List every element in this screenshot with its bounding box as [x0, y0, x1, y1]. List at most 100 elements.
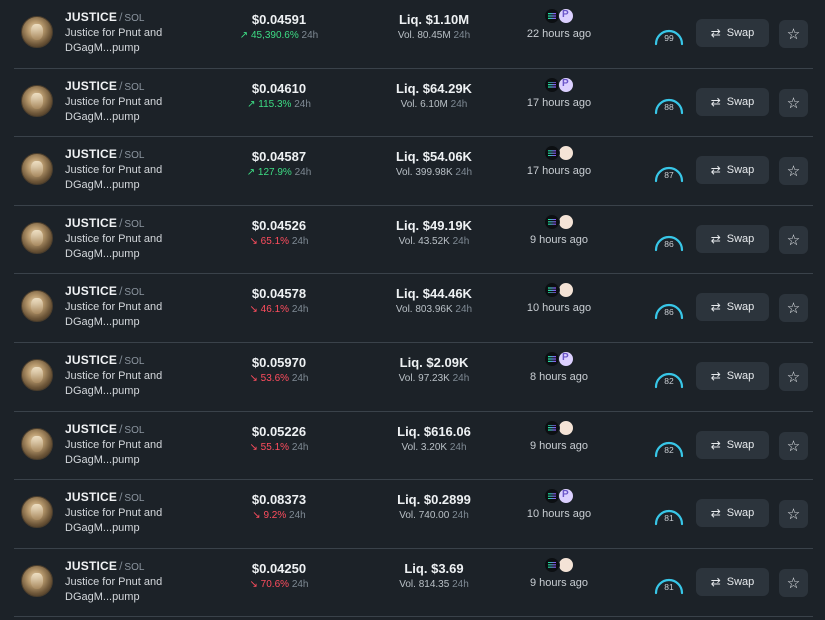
- liquidity-label: Liq.: [397, 423, 421, 439]
- volume-period: 24h: [455, 167, 473, 179]
- swap-button[interactable]: ⇄ Swap: [696, 87, 769, 116]
- favorite-button[interactable]: ☆: [779, 225, 808, 254]
- liquidity-label: Liq.: [399, 355, 423, 370]
- volume: Vol. 399.98K 24h: [369, 167, 499, 178]
- solana-icon: [544, 145, 560, 162]
- token-age: 9 hours ago: [529, 233, 589, 246]
- score-value: 88: [664, 101, 674, 112]
- token-price: $0.04587: [251, 149, 307, 165]
- score-value: 81: [664, 513, 674, 524]
- swap-button[interactable]: ⇄ Swap: [696, 224, 769, 253]
- token-symbol: JUSTICE: [65, 147, 118, 162]
- chain-badges: [509, 8, 609, 24]
- token-row[interactable]: JUSTICE / SOL Justice for Pnut and DGagM..…: [14, 343, 813, 412]
- favorite-button[interactable]: ☆: [779, 20, 808, 48]
- favorite-button[interactable]: ☆: [779, 157, 808, 186]
- swap-arrows-icon: ⇄: [710, 574, 721, 589]
- favorite-button[interactable]: ☆: [779, 88, 808, 117]
- token-name-line: JUSTICE / SOL: [65, 559, 144, 573]
- token-symbol: JUSTICE: [65, 558, 118, 573]
- arrow-down-icon: ↘: [249, 304, 258, 316]
- swap-button[interactable]: ⇄ Swap: [696, 499, 769, 528]
- volume-label: Vol.: [401, 441, 419, 453]
- volume-value: 803.96K: [415, 304, 453, 316]
- token-price: $0.08373: [251, 492, 307, 508]
- age-column: 17 hours ago: [509, 76, 609, 109]
- token-row[interactable]: JUSTICE / SOL Justice for Pnut and DGagM..…: [14, 137, 813, 206]
- swap-button[interactable]: ⇄ Swap: [696, 293, 769, 322]
- arrow-down-icon: ↘: [249, 373, 258, 384]
- slash-separator: /: [119, 215, 123, 230]
- liquidity: Liq. $49.19K: [369, 218, 499, 233]
- solana-icon: [544, 282, 560, 299]
- token-symbol: JUSTICE: [65, 78, 118, 93]
- token-avatar: [21, 84, 53, 117]
- volume-value: 6.10M: [420, 98, 448, 110]
- swap-button[interactable]: ⇄ Swap: [696, 430, 769, 459]
- token-age: 9 hours ago: [529, 576, 589, 589]
- volume: Vol. 3.20K 24h: [369, 442, 499, 453]
- swap-button[interactable]: ⇄ Swap: [696, 567, 769, 596]
- star-icon: ☆: [786, 437, 801, 455]
- star-icon: ☆: [786, 26, 801, 43]
- age-column: 9 hours ago: [509, 213, 609, 246]
- volume: Vol. 43.52K 24h: [369, 236, 499, 247]
- token-row[interactable]: JUSTICE / SOL Justice for Pnut and DGagM..…: [14, 274, 813, 343]
- token-row[interactable]: JUSTICE / SOL Justice for Pnut and DGagM..…: [14, 206, 813, 275]
- volume: Vol. 803.96K 24h: [369, 304, 499, 315]
- volume-label: Vol.: [399, 510, 416, 522]
- token-row[interactable]: JUSTICE / SOL Justice for Pnut and DGagM..…: [14, 412, 813, 481]
- age-column: 17 hours ago: [509, 145, 609, 177]
- token-row[interactable]: JUSTICE / SOL Justice for Pnut and DGagM..…: [14, 69, 813, 138]
- score-value: 82: [664, 444, 674, 455]
- liquidity: Liq. $0.2899: [369, 492, 499, 507]
- token-row[interactable]: JUSTICE / SOL Justice for Pnut and DGagM..…: [14, 480, 813, 549]
- token-name-line: JUSTICE / SOL: [65, 10, 144, 24]
- liquidity-column: Liq. $1.10M Vol. 80.45M 24h: [369, 12, 499, 41]
- volume-label: Vol.: [398, 235, 416, 247]
- token-price: $0.05226: [251, 423, 307, 439]
- swap-label: Swap: [726, 27, 755, 39]
- token-age: 17 hours ago: [526, 96, 592, 109]
- volume-label: Vol.: [400, 98, 418, 110]
- score-value: 87: [664, 170, 674, 181]
- age-column: 10 hours ago: [509, 488, 609, 520]
- favorite-button[interactable]: ☆: [779, 294, 808, 323]
- volume-label: Vol.: [395, 304, 413, 316]
- swap-button[interactable]: ⇄ Swap: [696, 19, 769, 47]
- token-description: Justice for Pnut and DGagM...pump: [65, 370, 163, 397]
- token-avatar: [21, 427, 53, 460]
- liquidity-column: Liq. $616.06 Vol. 3.20K 24h: [369, 424, 499, 453]
- change-percent: 70.6%: [260, 578, 290, 590]
- swap-label: Swap: [726, 95, 755, 108]
- change-period: 24h: [294, 167, 312, 179]
- swap-button[interactable]: ⇄ Swap: [696, 362, 769, 390]
- token-chain: SOL: [124, 424, 145, 436]
- volume: Vol. 740.00 24h: [369, 510, 499, 521]
- liquidity-column: Liq. $44.46K Vol. 803.96K 24h: [369, 286, 499, 315]
- liquidity: Liq. $54.06K: [369, 149, 499, 164]
- favorite-button[interactable]: ☆: [779, 363, 808, 391]
- token-row[interactable]: JUSTICE / SOL Justice for Pnut and DGagM..…: [14, 549, 813, 618]
- favorite-button[interactable]: ☆: [779, 568, 808, 597]
- liquidity-value: $3.69: [431, 560, 464, 576]
- volume-value: 97.23K: [418, 373, 450, 384]
- swap-button[interactable]: ⇄ Swap: [696, 156, 769, 185]
- token-age: 10 hours ago: [526, 508, 592, 521]
- favorite-button[interactable]: ☆: [779, 431, 808, 460]
- slash-separator: /: [119, 421, 123, 436]
- volume-period: 24h: [452, 510, 469, 522]
- token-age: 9 hours ago: [529, 439, 589, 452]
- volume-period: 24h: [452, 373, 470, 384]
- star-icon: ☆: [786, 369, 801, 386]
- token-row[interactable]: JUSTICE / SOL Justice for Pnut and DGagM..…: [14, 0, 813, 69]
- volume-period: 24h: [450, 98, 468, 110]
- swap-label: Swap: [726, 507, 755, 520]
- liquidity-column: Liq. $49.19K Vol. 43.52K 24h: [369, 218, 499, 247]
- favorite-button[interactable]: ☆: [779, 500, 808, 529]
- token-symbol: JUSTICE: [65, 10, 118, 24]
- score-value: 81: [664, 581, 674, 592]
- score-gauge: 81: [653, 502, 685, 528]
- swap-label: Swap: [726, 370, 755, 382]
- arrow-down-icon: ↘: [249, 578, 258, 590]
